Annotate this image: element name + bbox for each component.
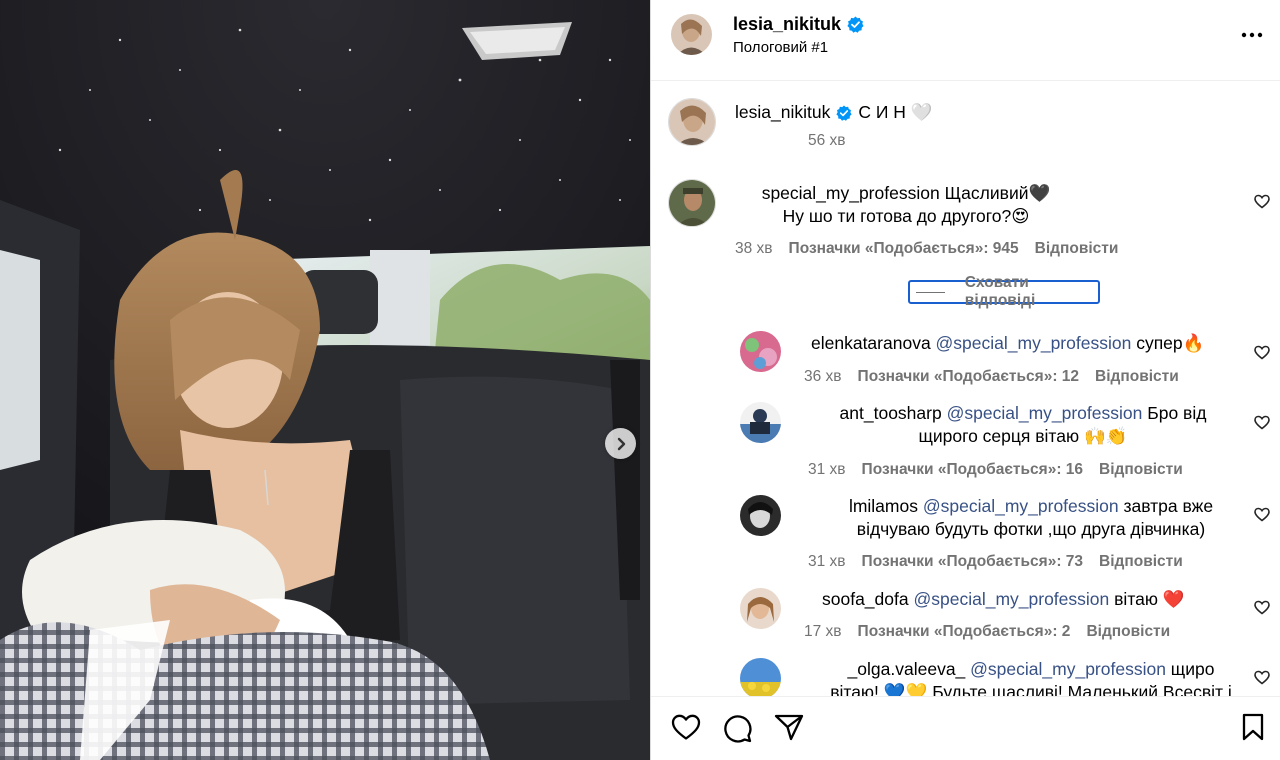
heart-icon[interactable] bbox=[1254, 600, 1270, 615]
caption-meta: 56 хв bbox=[808, 132, 846, 150]
comment-main: special_my_profession Щасливий🖤 Ну шо ти… bbox=[741, 182, 1271, 228]
heart-icon[interactable] bbox=[671, 713, 701, 741]
comment-text: Щасливий🖤 bbox=[944, 183, 1051, 203]
avatar[interactable] bbox=[740, 331, 781, 372]
comment-text: Ну шо ти готова до другого?😍 bbox=[782, 206, 1030, 226]
verified-badge-icon bbox=[847, 16, 864, 33]
comment-main-meta: 38 хв Позначки «Подобається»: 945 Відпов… bbox=[735, 240, 1118, 258]
divider bbox=[916, 291, 945, 293]
reply-button[interactable]: Відповісти bbox=[1035, 240, 1119, 258]
mention-link[interactable]: @special_my_profession bbox=[970, 659, 1166, 679]
reply-meta: 31 хв Позначки «Подобається»: 16 Відпові… bbox=[808, 461, 1183, 479]
heart-icon[interactable] bbox=[1254, 507, 1270, 522]
avatar[interactable] bbox=[740, 658, 781, 696]
reply-item: ant_toosharp @special_my_profession Бро … bbox=[803, 402, 1243, 448]
comment-icon[interactable] bbox=[722, 713, 752, 743]
reply-likes[interactable]: Позначки «Подобається»: 2 bbox=[858, 623, 1071, 641]
reply-username[interactable]: lmilamos bbox=[849, 496, 918, 516]
reply-username[interactable]: soofa_dofa bbox=[822, 589, 909, 609]
avatar[interactable] bbox=[740, 588, 781, 629]
heart-icon[interactable] bbox=[1254, 415, 1270, 430]
reply-username[interactable]: elenkataranova bbox=[811, 333, 931, 353]
caption-username[interactable]: lesia_nikituk bbox=[735, 101, 830, 124]
reply-text: вітаю ❤️ bbox=[1109, 589, 1185, 609]
comments-list[interactable]: lesia_nikituk С И Н 🤍 56 хв special_my_p… bbox=[651, 82, 1280, 696]
reply-likes[interactable]: Позначки «Подобається»: 73 bbox=[862, 553, 1084, 571]
more-options-icon[interactable] bbox=[1239, 26, 1265, 44]
caption: lesia_nikituk С И Н 🤍 bbox=[735, 101, 933, 124]
author-username[interactable]: lesia_nikituk bbox=[733, 14, 841, 35]
post-author: lesia_nikituk bbox=[733, 14, 864, 35]
avatar[interactable] bbox=[740, 402, 781, 443]
reply-time: 31 хв bbox=[808, 553, 846, 570]
reply-meta: 36 хв Позначки «Подобається»: 12 Відпові… bbox=[804, 368, 1179, 386]
avatar[interactable] bbox=[668, 179, 716, 227]
reply-time: 17 хв bbox=[804, 623, 842, 640]
post-side-panel: lesia_nikituk Пологовий #1 lesia_nikituk bbox=[650, 0, 1280, 760]
verified-badge-icon bbox=[836, 104, 852, 121]
reply-line: ant_toosharp @special_my_profession Бро … bbox=[803, 402, 1243, 425]
reply-button[interactable]: Відповісти bbox=[1095, 368, 1179, 386]
reply-time: 31 хв bbox=[808, 461, 846, 478]
reply-likes[interactable]: Позначки «Подобається»: 16 bbox=[862, 461, 1084, 479]
heart-icon[interactable] bbox=[1254, 194, 1270, 209]
reply-item: lmilamos @special_my_profession завтра в… bbox=[811, 495, 1251, 541]
next-photo-button[interactable] bbox=[605, 428, 636, 459]
reply-text: завтра вже bbox=[1118, 496, 1214, 516]
reply-line: _olga.valeeva_ @special_my_profession щи… bbox=[811, 658, 1251, 681]
comment-main-line1: special_my_profession Щасливий🖤 bbox=[741, 182, 1071, 205]
caption-time: 56 хв bbox=[808, 132, 846, 149]
reply-button[interactable]: Відповісти bbox=[1099, 553, 1183, 571]
instagram-post-view: lesia_nikituk Пологовий #1 lesia_nikituk bbox=[0, 0, 1280, 760]
reply-likes[interactable]: Позначки «Подобається»: 12 bbox=[858, 368, 1080, 386]
share-icon[interactable] bbox=[774, 713, 804, 741]
avatar[interactable] bbox=[668, 98, 716, 146]
post-location[interactable]: Пологовий #1 bbox=[733, 39, 828, 56]
reply-text: Бро від bbox=[1142, 403, 1207, 423]
reply-line: lmilamos @special_my_profession завтра в… bbox=[811, 495, 1251, 518]
post-media bbox=[0, 0, 650, 760]
reply-text: супер🔥 bbox=[1131, 333, 1205, 353]
reply-button[interactable]: Відповісти bbox=[1099, 461, 1183, 479]
post-photo bbox=[0, 0, 650, 760]
reply-text: щиро bbox=[1165, 659, 1215, 679]
reply-text: щирого серця вітаю 🙌👏 bbox=[918, 426, 1128, 446]
reply-text: відчуваю будуть фотки ,що друга дівчинка… bbox=[856, 519, 1206, 539]
reply-text: вітаю! 💙💛 Будьте щасливі! Маленький Всес… bbox=[830, 682, 1232, 696]
bookmark-icon[interactable] bbox=[1241, 713, 1265, 741]
reply-meta: 17 хв Позначки «Подобається»: 2 Відповіс… bbox=[804, 623, 1170, 641]
mention-link[interactable]: @special_my_profession bbox=[947, 403, 1143, 423]
post-header: lesia_nikituk Пологовий #1 bbox=[651, 0, 1280, 81]
reply-item: _olga.valeeva_ @special_my_profession щи… bbox=[811, 658, 1251, 696]
comment-time: 38 хв bbox=[735, 240, 773, 257]
comment-likes[interactable]: Позначки «Подобається»: 945 bbox=[789, 240, 1019, 258]
chevron-right-icon bbox=[617, 437, 625, 450]
reply-meta: 31 хв Позначки «Подобається»: 73 Відпові… bbox=[808, 553, 1183, 571]
reply-username[interactable]: _olga.valeeva_ bbox=[848, 659, 966, 679]
heart-icon[interactable] bbox=[1254, 345, 1270, 360]
comment-username[interactable]: special_my_profession bbox=[762, 183, 940, 203]
hide-replies-label: Сховати відповіді bbox=[964, 274, 1036, 309]
hide-replies-button[interactable]: Сховати відповіді bbox=[908, 274, 1100, 309]
caption-text: С И Н 🤍 bbox=[858, 102, 933, 122]
avatar[interactable] bbox=[740, 495, 781, 536]
heart-icon[interactable] bbox=[1254, 670, 1270, 685]
reply-item: elenkataranova @special_my_profession су… bbox=[811, 332, 1204, 355]
mention-link[interactable]: @special_my_profession bbox=[936, 333, 1132, 353]
reply-username[interactable]: ant_toosharp bbox=[840, 403, 942, 423]
mention-link[interactable]: @special_my_profession bbox=[913, 589, 1109, 609]
avatar[interactable] bbox=[671, 14, 712, 55]
reply-item: soofa_dofa @special_my_profession вітаю … bbox=[822, 588, 1185, 611]
post-actions bbox=[651, 696, 1280, 760]
reply-button[interactable]: Відповісти bbox=[1086, 623, 1170, 641]
reply-time: 36 хв bbox=[804, 368, 842, 385]
mention-link[interactable]: @special_my_profession bbox=[923, 496, 1119, 516]
